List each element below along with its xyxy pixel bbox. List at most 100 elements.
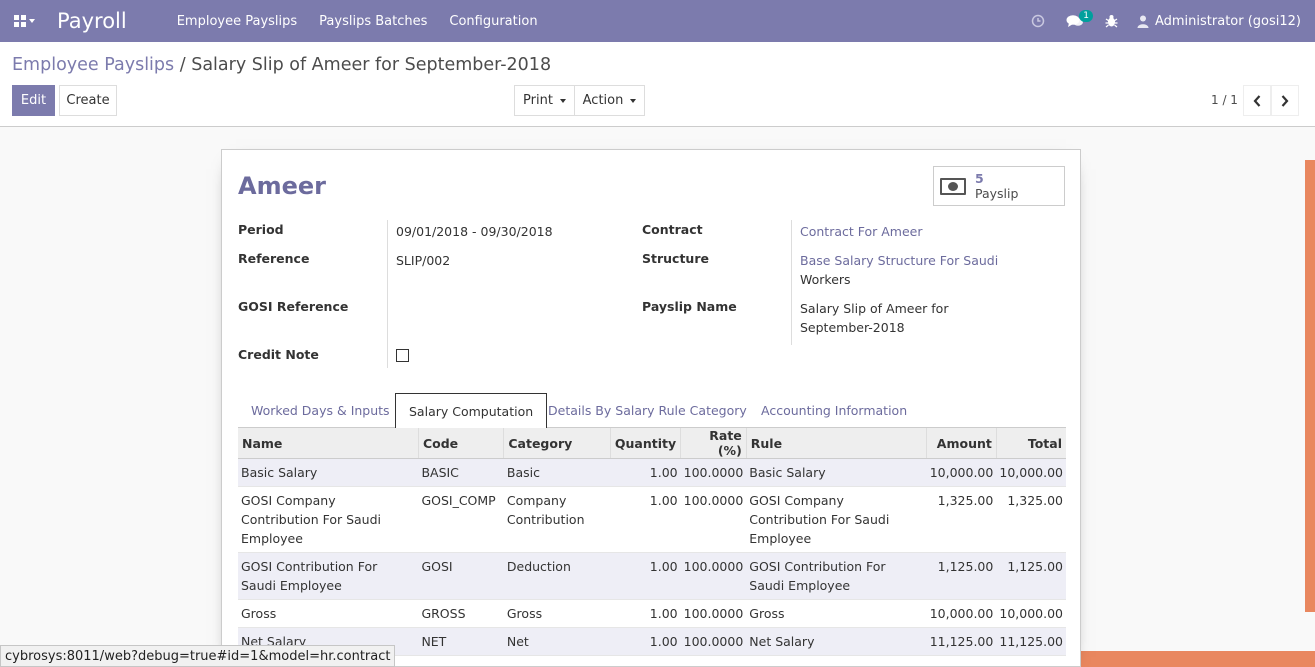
money-icon bbox=[940, 177, 966, 195]
cell-quantity: 1.00 bbox=[610, 552, 681, 600]
cell-total: 10,000.00 bbox=[996, 458, 1066, 487]
cell-quantity: 1.00 bbox=[610, 458, 681, 487]
column-header-amount[interactable]: Amount bbox=[926, 428, 997, 459]
right-group-divider bbox=[791, 220, 792, 345]
reference-value[interactable]: SLIP/002 bbox=[396, 251, 450, 270]
menu-configuration[interactable]: Configuration bbox=[449, 14, 537, 29]
create-button[interactable]: Create bbox=[59, 85, 117, 116]
top-navbar: Payroll Employee Payslips Payslips Batch… bbox=[0, 0, 1315, 42]
table-row[interactable]: Basic Salary BASIC Basic 1.00 100.0000 B… bbox=[238, 458, 1066, 487]
cell-code: BASIC bbox=[418, 458, 504, 487]
column-header-code[interactable]: Code bbox=[418, 428, 505, 459]
cell-total: 10,000.00 bbox=[996, 599, 1066, 628]
menu-payslips-batches[interactable]: Payslips Batches bbox=[319, 14, 427, 29]
table-row[interactable]: GOSI Company Contribution For Saudi Empl… bbox=[238, 486, 1066, 553]
left-group-divider bbox=[387, 220, 388, 368]
table-row[interactable]: Gross GROSS Gross 1.00 100.0000 Gross 10… bbox=[238, 599, 1066, 628]
column-header-rate[interactable]: Rate (%) bbox=[680, 428, 747, 459]
cell-rule: GOSI Company Contribution For Saudi Empl… bbox=[746, 486, 927, 553]
contract-link[interactable]: Contract For Ameer bbox=[800, 222, 923, 241]
cell-amount: 11,125.00 bbox=[926, 627, 997, 656]
cell-rule: Net Salary bbox=[746, 627, 927, 656]
app-title: Payroll bbox=[57, 9, 127, 33]
pager-value[interactable]: 1 / 1 bbox=[1211, 93, 1238, 107]
cell-rate: 100.0000 bbox=[680, 599, 747, 628]
payslip-name-value-cont: September-2018 bbox=[800, 320, 905, 335]
payslip-count-value: 5 bbox=[975, 171, 984, 186]
messages-button[interactable]: 1 bbox=[1057, 0, 1093, 42]
credit-note-checkbox[interactable] bbox=[396, 349, 409, 362]
cell-amount: 10,000.00 bbox=[926, 458, 997, 487]
user-icon bbox=[1137, 15, 1149, 28]
salary-computation-table: Name Code Category Quantity Rate (%) Rul… bbox=[238, 428, 1066, 656]
form-sheet: Ameer 5 Payslip Period 09/01/2018 - 09/3… bbox=[221, 149, 1081, 667]
cell-rate: 100.0000 bbox=[680, 486, 747, 553]
cell-quantity: 1.00 bbox=[610, 627, 681, 656]
pager-next-button[interactable] bbox=[1271, 85, 1299, 116]
cell-quantity: 1.00 bbox=[610, 486, 681, 553]
cell-rate: 100.0000 bbox=[680, 627, 747, 656]
cell-code: GOSI_COMP bbox=[418, 486, 504, 553]
cell-code: GOSI bbox=[418, 552, 504, 600]
cell-total: 11,125.00 bbox=[996, 627, 1066, 656]
cell-rate: 100.0000 bbox=[680, 458, 747, 487]
user-menu[interactable]: Administrator (gosi12) bbox=[1137, 14, 1301, 29]
tab-details-by-salary-rule-category[interactable]: Details By Salary Rule Category bbox=[548, 393, 747, 428]
cell-name: GOSI Company Contribution For Saudi Empl… bbox=[238, 486, 419, 553]
payslip-name-value[interactable]: Salary Slip of Ameer for bbox=[800, 299, 948, 318]
chevron-left-icon bbox=[1253, 94, 1261, 107]
action-dropdown-button[interactable]: Action bbox=[574, 85, 645, 116]
cell-rate: 100.0000 bbox=[680, 552, 747, 600]
breadcrumb-separator: / bbox=[179, 55, 186, 75]
tab-worked-days-inputs[interactable]: Worked Days & Inputs bbox=[251, 393, 390, 428]
breadcrumb-current: Salary Slip of Ameer for September-2018 bbox=[191, 55, 552, 75]
menu-employee-payslips[interactable]: Employee Payslips bbox=[177, 14, 297, 29]
column-header-category[interactable]: Category bbox=[503, 428, 611, 459]
print-label: Print bbox=[523, 93, 553, 108]
column-header-rule[interactable]: Rule bbox=[746, 428, 928, 459]
cell-category: Gross bbox=[503, 599, 611, 628]
apps-menu-button[interactable] bbox=[0, 0, 48, 42]
print-dropdown-button[interactable]: Print bbox=[514, 85, 575, 116]
cell-category: Company Contribution bbox=[503, 486, 611, 553]
table-row[interactable]: GOSI Contribution For Saudi Employee GOS… bbox=[238, 552, 1066, 600]
period-value[interactable]: 09/01/2018 - 09/30/2018 bbox=[396, 222, 553, 241]
contract-label: Contract bbox=[642, 222, 703, 237]
cell-total: 1,325.00 bbox=[996, 486, 1066, 553]
clock-icon bbox=[1031, 14, 1045, 28]
structure-link[interactable]: Base Salary Structure For Saudi bbox=[800, 251, 998, 270]
cell-code: GROSS bbox=[418, 599, 504, 628]
browser-status-url: cybrosys:8011/web?debug=true#id=1&model=… bbox=[0, 645, 396, 667]
scrollbar-thumb[interactable] bbox=[1305, 160, 1315, 612]
tab-accounting-information[interactable]: Accounting Information bbox=[761, 393, 907, 428]
structure-label: Structure bbox=[642, 251, 709, 266]
cell-quantity: 1.00 bbox=[610, 599, 681, 628]
pager-previous-button[interactable] bbox=[1243, 85, 1271, 116]
breadcrumb: Employee Payslips / Salary Slip of Ameer… bbox=[12, 55, 551, 75]
chevron-down-icon bbox=[630, 98, 637, 103]
action-label: Action bbox=[582, 93, 624, 108]
structure-link-cont: Workers bbox=[800, 272, 851, 287]
cell-category: Net bbox=[503, 627, 611, 656]
debug-button[interactable] bbox=[1097, 0, 1127, 42]
cell-name: Gross bbox=[238, 599, 419, 628]
payslip-name-label: Payslip Name bbox=[642, 299, 737, 314]
cell-name: Basic Salary bbox=[238, 458, 419, 487]
bug-icon bbox=[1105, 15, 1118, 28]
cell-amount: 1,125.00 bbox=[926, 552, 997, 600]
chevron-down-icon bbox=[28, 19, 35, 23]
cell-name: GOSI Contribution For Saudi Employee bbox=[238, 552, 419, 600]
payslip-count-button[interactable]: 5 Payslip bbox=[933, 166, 1065, 206]
cell-rule: Gross bbox=[746, 599, 927, 628]
activity-clock-button[interactable] bbox=[1023, 0, 1053, 42]
column-header-quantity[interactable]: Quantity bbox=[610, 428, 682, 459]
chevron-right-icon bbox=[1281, 94, 1289, 107]
edit-button[interactable]: Edit bbox=[12, 85, 55, 116]
chevron-down-icon bbox=[559, 98, 566, 103]
cell-rule: Basic Salary bbox=[746, 458, 927, 487]
tab-salary-computation[interactable]: Salary Computation bbox=[395, 393, 548, 429]
cell-category: Deduction bbox=[503, 552, 611, 600]
breadcrumb-parent-link[interactable]: Employee Payslips bbox=[12, 55, 174, 75]
column-header-total[interactable]: Total bbox=[996, 428, 1066, 459]
column-header-name[interactable]: Name bbox=[238, 428, 419, 459]
